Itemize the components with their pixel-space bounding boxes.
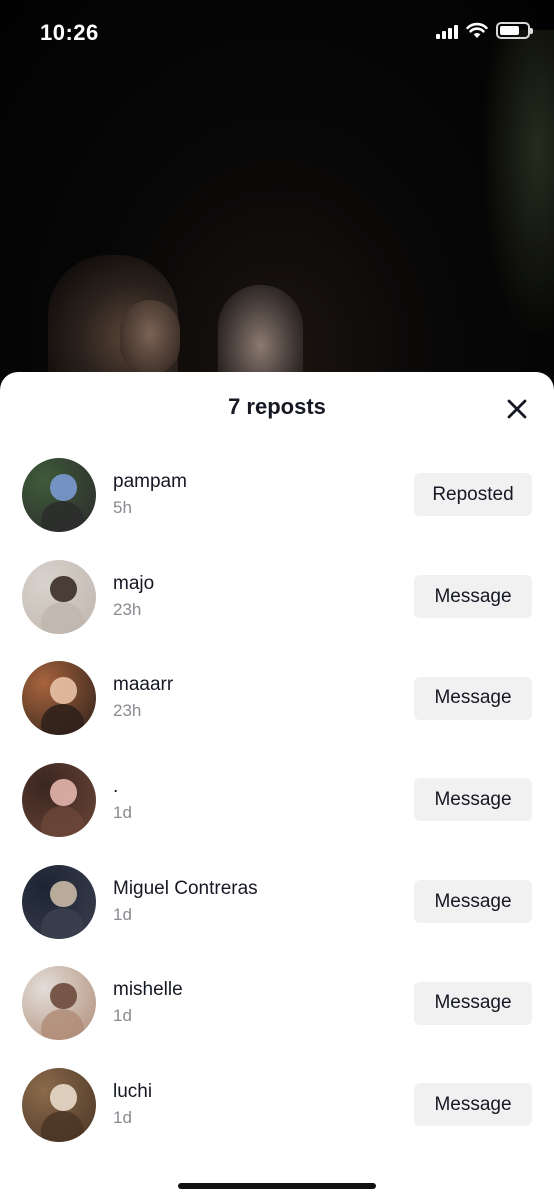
wifi-icon (466, 22, 488, 38)
repost-time: 1d (113, 904, 132, 924)
battery-icon (496, 22, 533, 39)
message-button[interactable]: Message (414, 778, 532, 822)
user-info: . 1d (113, 775, 414, 825)
username[interactable]: luchi (113, 1080, 414, 1104)
username[interactable]: pampam (113, 470, 414, 494)
list-item[interactable]: . 1d Message (0, 749, 554, 851)
avatar[interactable] (22, 457, 96, 532)
message-button[interactable]: Message (414, 676, 532, 720)
reposts-list: pampam 5h Reposted majo 23h Message maaarr 23h M… (0, 444, 554, 1156)
video-person-left-face (120, 300, 180, 375)
status-time: 10:26 (40, 20, 99, 45)
avatar[interactable] (22, 1067, 96, 1142)
list-item[interactable]: maaarr 23h Message (0, 647, 554, 749)
user-info: pampam 5h (113, 470, 414, 520)
message-button[interactable]: Message (414, 575, 532, 619)
username[interactable]: maaarr (113, 673, 414, 697)
list-item[interactable]: Miguel Contreras 1d Message (0, 851, 554, 953)
user-info: mishelle 1d (113, 978, 414, 1028)
list-item[interactable]: majo 23h Message (0, 546, 554, 648)
username[interactable]: majo (113, 572, 414, 596)
sheet-title: 7 reposts (228, 394, 326, 419)
username[interactable]: Miguel Contreras (113, 877, 414, 901)
user-info: Miguel Contreras 1d (113, 877, 414, 927)
list-item[interactable]: pampam 5h Reposted (0, 444, 554, 546)
user-info: majo 23h (113, 572, 414, 622)
list-item[interactable]: mishelle 1d Message (0, 952, 554, 1054)
user-info: maaarr 23h (113, 673, 414, 723)
repost-time: 1d (113, 802, 132, 822)
repost-time: 5h (113, 497, 132, 517)
avatar[interactable] (22, 762, 96, 837)
message-button[interactable]: Message (414, 880, 532, 924)
screen: 10:26 7 reposts pampam 5h Reposted majo … (0, 0, 554, 1200)
repost-time: 1d (113, 1107, 132, 1127)
sheet-header: 7 reposts (0, 372, 554, 444)
avatar[interactable] (22, 966, 96, 1041)
list-item[interactable]: luchi 1d Message (0, 1054, 554, 1156)
avatar[interactable] (22, 661, 96, 736)
user-info: luchi 1d (113, 1080, 414, 1130)
avatar[interactable] (22, 559, 96, 634)
message-button[interactable]: Message (414, 981, 532, 1025)
repost-time: 23h (113, 599, 142, 619)
status-bar: 10:26 (0, 0, 554, 66)
avatar[interactable] (22, 864, 96, 939)
message-button[interactable]: Message (414, 1083, 532, 1127)
close-button[interactable] (502, 394, 532, 424)
reposted-button[interactable]: Reposted (414, 473, 532, 517)
repost-time: 1d (113, 1006, 132, 1026)
background-tree (484, 30, 554, 330)
home-indicator[interactable] (178, 1183, 376, 1189)
close-icon (507, 399, 527, 419)
username[interactable]: mishelle (113, 978, 414, 1002)
cellular-signal-icon (436, 23, 458, 39)
reposts-sheet: 7 reposts pampam 5h Reposted majo 23h Message… (0, 372, 554, 1200)
repost-time: 23h (113, 701, 142, 721)
username[interactable]: . (113, 775, 414, 799)
status-icons (436, 22, 533, 39)
